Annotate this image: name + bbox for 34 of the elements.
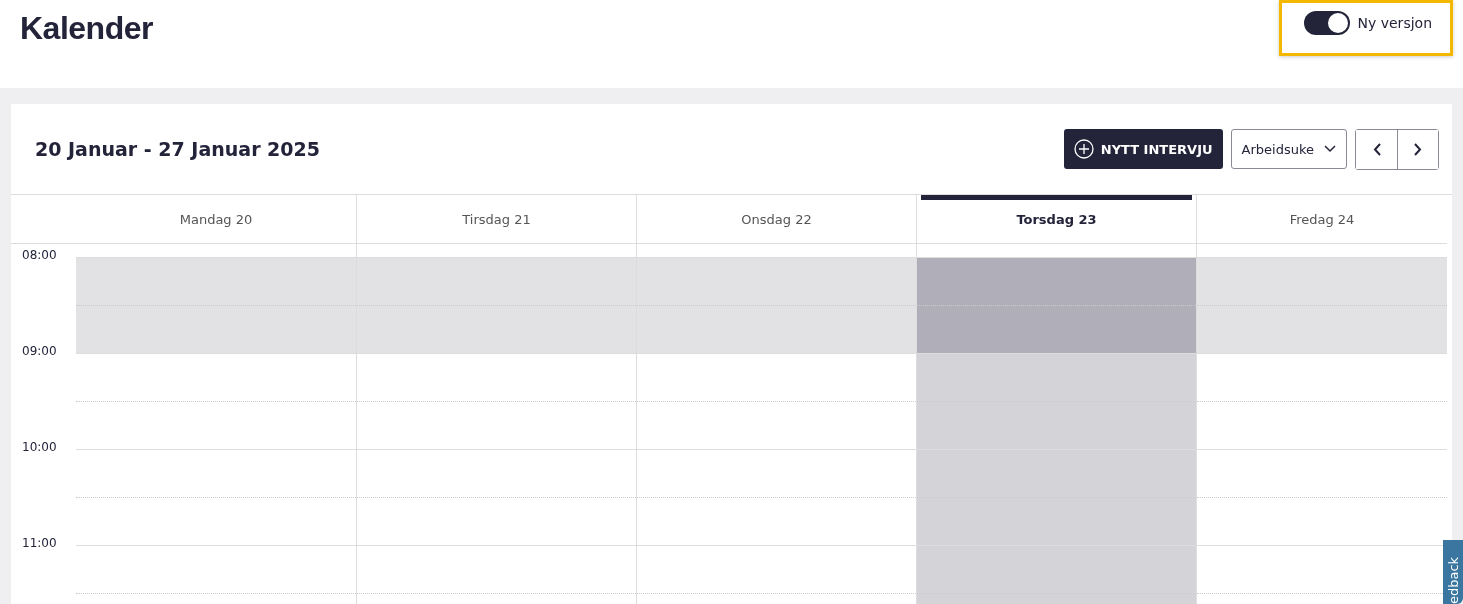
toggle-label: Ny versjon: [1357, 15, 1432, 31]
time-slot[interactable]: [1196, 257, 1447, 353]
time-label: 11:00: [21, 536, 58, 550]
time-slot[interactable]: [1196, 449, 1447, 545]
plus-circle-icon: [1073, 139, 1094, 159]
version-switch[interactable]: [1303, 11, 1350, 35]
view-select[interactable]: Arbeidsuke: [1230, 129, 1347, 169]
day-header[interactable]: Mandag 20: [76, 195, 356, 244]
time-slot[interactable]: [916, 449, 1196, 545]
time-label: 10:00: [21, 440, 58, 454]
day-header[interactable]: Tirsdag 21: [356, 195, 636, 244]
chevron-right-icon: [1414, 142, 1422, 156]
next-button[interactable]: [1397, 129, 1438, 169]
time-label: 08:00: [21, 248, 58, 262]
time-slot[interactable]: [1196, 353, 1447, 449]
time-slot[interactable]: [636, 353, 916, 449]
feedback-tab[interactable]: edback: [1443, 540, 1463, 604]
time-slot[interactable]: [356, 449, 636, 545]
new-interview-button[interactable]: NYTT INTERVJU: [1063, 129, 1223, 169]
time-slot[interactable]: [76, 257, 356, 353]
time-slot[interactable]: [636, 449, 916, 545]
time-slot[interactable]: [636, 257, 916, 353]
date-range-title: 20 Januar - 27 Januar 2025: [35, 138, 320, 160]
time-label: 09:00: [21, 344, 58, 358]
day-header[interactable]: Onsdag 22: [636, 195, 916, 244]
time-slot[interactable]: [356, 353, 636, 449]
time-slot[interactable]: [356, 257, 636, 353]
day-header[interactable]: Torsdag 23: [916, 195, 1196, 244]
chevron-left-icon: [1372, 142, 1381, 156]
time-slot[interactable]: [916, 257, 1196, 353]
time-slot[interactable]: [916, 353, 1196, 449]
page-title: Kalender: [20, 10, 153, 47]
day-header[interactable]: Fredag 24: [1196, 195, 1447, 244]
chevron-down-icon: [1324, 145, 1336, 153]
